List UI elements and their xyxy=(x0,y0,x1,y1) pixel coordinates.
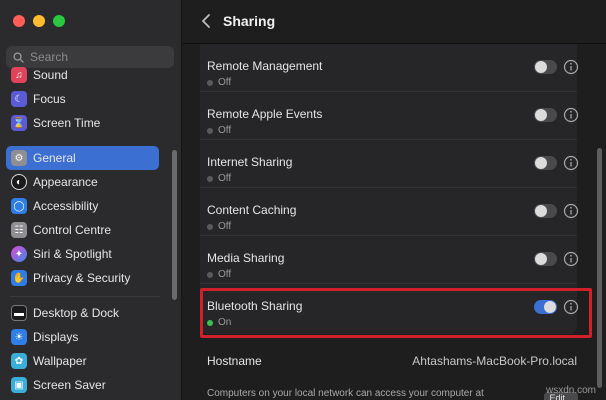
sidebar-item-label: General xyxy=(33,151,76,165)
service-status-text: Off xyxy=(218,269,232,280)
sidebar-item-sound[interactable]: ♫ Sound xyxy=(6,63,159,87)
service-label: Media Sharing xyxy=(207,251,285,265)
sidebar-item-label: Screen Saver xyxy=(33,378,106,392)
sidebar-item-label: Screen Time xyxy=(33,116,101,130)
remote-management-toggle[interactable] xyxy=(534,60,557,74)
sidebar-item-siri-spotlight[interactable]: ✦ Siri & Spotlight xyxy=(6,242,159,266)
sidebar-item-appearance[interactable]: ◐ Appearance xyxy=(6,170,159,194)
appearance-icon: ◐ xyxy=(11,174,27,190)
sidebar-item-label: Appearance xyxy=(33,175,98,189)
hostname-label: Hostname xyxy=(207,354,262,368)
sidebar-item-desktop-dock[interactable]: ▬ Desktop & Dock xyxy=(6,301,159,325)
sidebar-scrollbar[interactable] xyxy=(172,150,177,300)
main-pane: Sharing Remote Management Off Remote App… xyxy=(182,0,606,400)
service-label: Remote Management xyxy=(207,59,323,73)
status-dot-icon xyxy=(207,127,213,134)
sidebar-item-label: Siri & Spotlight xyxy=(33,247,112,261)
sidebar-item-label: Focus xyxy=(33,92,66,106)
sidebar-item-privacy-security[interactable]: ✋ Privacy & Security xyxy=(6,266,159,290)
sidebar-item-screen-saver[interactable]: ▣ Screen Saver xyxy=(6,373,159,397)
control-centre-icon: ☷ xyxy=(11,222,27,238)
sidebar-item-wallpaper[interactable]: ✿ Wallpaper xyxy=(6,349,159,373)
media-sharing-toggle[interactable] xyxy=(534,252,557,266)
service-status-text: Off xyxy=(218,173,232,184)
service-row-remote-apple-events: Remote Apple Events Off xyxy=(200,92,579,140)
sidebar-item-label: Wallpaper xyxy=(33,354,87,368)
hostname-value: Ahtashams-MacBook-Pro.local xyxy=(412,354,577,368)
status-dot-icon xyxy=(207,223,213,230)
main-scrollbar[interactable] xyxy=(597,148,602,388)
sidebar-item-label: Displays xyxy=(33,330,79,344)
remote-apple-events-toggle[interactable] xyxy=(534,108,557,122)
moon-icon: ☾ xyxy=(11,91,27,107)
back-chevron-icon[interactable] xyxy=(198,11,216,31)
status-dot-icon xyxy=(207,79,213,86)
sidebar-item-label: Privacy & Security xyxy=(33,271,131,285)
service-status: Off xyxy=(207,269,231,280)
service-row-media-sharing: Media Sharing Off xyxy=(200,236,579,284)
service-label: Remote Apple Events xyxy=(207,107,323,121)
accessibility-icon: ◯ xyxy=(11,198,27,214)
annotation-highlight-box xyxy=(200,288,592,338)
hostname-row: Hostname Ahtashams-MacBook-Pro.local xyxy=(200,344,577,378)
sidebar-item-screen-time[interactable]: ⌛ Screen Time xyxy=(6,111,159,135)
title-bar: Sharing xyxy=(182,0,606,44)
service-status: Off xyxy=(207,173,231,184)
service-status: Off xyxy=(207,221,231,232)
service-label: Content Caching xyxy=(207,203,297,217)
service-row-internet-sharing: Internet Sharing Off xyxy=(200,140,579,188)
sidebar-item-label: Sound xyxy=(33,68,68,82)
sidebar-item-label: Control Centre xyxy=(33,223,112,237)
sidebar-item-control-centre[interactable]: ☷ Control Centre xyxy=(6,218,159,242)
dock-icon: ▬ xyxy=(11,305,27,321)
service-status-text: Off xyxy=(218,77,232,88)
service-status-text: Off xyxy=(218,125,232,136)
service-status-text: Off xyxy=(218,221,232,232)
hand-icon: ✋ xyxy=(11,270,27,286)
watermark: wsxdn.com xyxy=(546,385,597,396)
speaker-icon: ♫ xyxy=(11,67,27,83)
sidebar-item-accessibility[interactable]: ◯ Accessibility xyxy=(6,194,159,218)
content-caching-toggle[interactable] xyxy=(534,204,557,218)
display-icon: ☀ xyxy=(11,329,27,345)
sidebar-item-label: Desktop & Dock xyxy=(33,306,120,320)
service-status: Off xyxy=(207,125,231,136)
sidebar-item-displays[interactable]: ☀ Displays xyxy=(6,325,159,349)
service-status: Off xyxy=(207,77,231,88)
info-icon[interactable] xyxy=(563,203,579,219)
sidebar-item-focus[interactable]: ☾ Focus xyxy=(6,87,159,111)
service-label: Internet Sharing xyxy=(207,155,293,169)
wallpaper-icon: ✿ xyxy=(11,353,27,369)
info-icon[interactable] xyxy=(563,155,579,171)
hostname-description: Computers on your local network can acce… xyxy=(207,388,484,399)
internet-sharing-toggle[interactable] xyxy=(534,156,557,170)
screensaver-icon: ▣ xyxy=(11,377,27,393)
sidebar: ♫ Sound ☾ Focus ⌛ Screen Time ⚙ General … xyxy=(0,0,182,400)
info-icon[interactable] xyxy=(563,107,579,123)
service-row-remote-management: Remote Management Off xyxy=(200,44,579,92)
status-dot-icon xyxy=(207,271,213,278)
sidebar-item-general[interactable]: ⚙ General xyxy=(6,146,159,170)
sidebar-item-label: Accessibility xyxy=(33,199,99,213)
sidebar-divider xyxy=(10,296,160,297)
gear-icon: ⚙ xyxy=(11,150,27,166)
info-icon[interactable] xyxy=(563,251,579,267)
service-row-content-caching: Content Caching Off xyxy=(200,188,579,236)
info-icon[interactable] xyxy=(563,59,579,75)
status-dot-icon xyxy=(207,175,213,182)
siri-icon: ✦ xyxy=(11,246,27,262)
page-title: Sharing xyxy=(223,13,276,29)
hourglass-icon: ⌛ xyxy=(11,115,27,131)
